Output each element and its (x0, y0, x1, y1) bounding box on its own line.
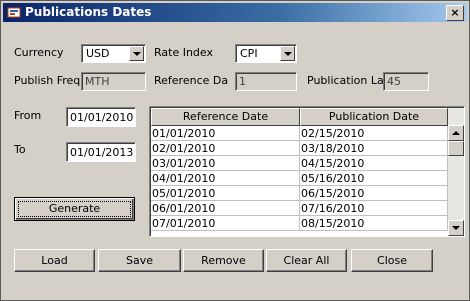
close-button-label: Close (377, 254, 407, 267)
rate-index-value: CPI (240, 47, 258, 60)
publication-date-cell[interactable]: 02/15/2010 (300, 126, 448, 141)
publish-freq-label: Publish Freq (14, 74, 81, 87)
rate-index-select[interactable]: CPI (235, 44, 297, 63)
column-header-label: Reference Date (182, 110, 269, 123)
publications-dates-dialog: Publications Dates × Currency USD Rate I… (0, 0, 470, 301)
from-date-value: 01/01/2010 (70, 111, 134, 124)
close-icon: × (450, 6, 460, 19)
load-button[interactable]: Load (14, 249, 95, 272)
window-title: Publications Dates (25, 5, 152, 19)
table-row[interactable]: 04/01/2010 05/16/2010 (151, 171, 448, 186)
publication-date-cell[interactable]: 05/16/2010 (300, 171, 448, 186)
publication-lag-value: 45 (387, 75, 401, 88)
from-label: From (14, 109, 42, 122)
scroll-up-icon[interactable] (448, 125, 464, 141)
reference-date-cell[interactable]: 04/01/2010 (151, 171, 300, 186)
save-button-label: Save (125, 254, 153, 267)
publication-lag-label: Publication Lag (307, 74, 391, 87)
vertical-scrollbar[interactable] (448, 108, 464, 236)
to-date-value: 01/01/2013 (70, 146, 134, 159)
generate-button[interactable]: Generate (14, 197, 135, 221)
save-button[interactable]: Save (98, 249, 181, 272)
rate-index-label: Rate Index (154, 46, 214, 59)
reference-date-cell[interactable]: 05/01/2010 (151, 186, 300, 201)
close-window-button[interactable]: × (446, 5, 464, 21)
reference-date-cell[interactable]: 07/01/2010 (151, 216, 300, 231)
close-button[interactable]: Close (351, 249, 433, 272)
column-header-reference-date[interactable]: Reference Date (151, 108, 300, 126)
currency-label: Currency (14, 46, 64, 59)
column-header-publication-date[interactable]: Publication Date (300, 108, 448, 126)
table-row[interactable]: 05/01/2010 06/15/2010 (151, 186, 448, 201)
clear-all-button-label: Clear All (283, 254, 330, 267)
publication-date-cell[interactable]: 03/18/2010 (300, 141, 448, 156)
title-bar[interactable]: Publications Dates × (3, 3, 467, 22)
publish-freq-field: MTH (81, 72, 146, 91)
clear-all-button[interactable]: Clear All (266, 249, 347, 272)
table-row[interactable]: 07/01/2010 08/15/2010 (151, 216, 448, 231)
publish-freq-value: MTH (85, 75, 110, 88)
reference-date-cell[interactable]: 03/01/2010 (151, 156, 300, 171)
chevron-down-icon[interactable] (129, 46, 144, 61)
focus-ring (18, 201, 131, 217)
publication-date-cell[interactable]: 08/15/2010 (300, 216, 448, 231)
currency-select[interactable]: USD (81, 44, 146, 63)
remove-button[interactable]: Remove (183, 249, 264, 272)
to-date-input[interactable]: 01/01/2013 (66, 142, 136, 162)
scroll-thumb[interactable] (448, 141, 464, 156)
load-button-label: Load (41, 254, 68, 267)
to-label: To (14, 143, 26, 156)
publication-dates-table[interactable]: Reference Date Publication Date 01/01/20… (149, 106, 465, 237)
reference-date-cell[interactable]: 02/01/2010 (151, 141, 300, 156)
remove-button-label: Remove (201, 254, 246, 267)
reference-day-label: Reference Da (154, 74, 229, 87)
reference-day-field: 1 (235, 72, 297, 91)
reference-date-cell[interactable]: 01/01/2010 (151, 126, 300, 141)
publication-date-cell[interactable]: 06/15/2010 (300, 186, 448, 201)
currency-value: USD (86, 47, 110, 60)
column-header-label: Publication Date (328, 110, 420, 123)
chevron-down-icon[interactable] (280, 46, 295, 61)
publication-lag-field: 45 (383, 72, 429, 91)
table-row[interactable]: 03/01/2010 04/15/2010 (151, 156, 448, 171)
table-row[interactable]: 02/01/2010 03/18/2010 (151, 141, 448, 156)
table-row[interactable]: 01/01/2010 02/15/2010 (151, 126, 448, 141)
publication-date-cell[interactable]: 04/15/2010 (300, 156, 448, 171)
reference-day-value: 1 (239, 75, 246, 88)
java-app-icon (7, 7, 21, 18)
scroll-down-icon[interactable] (448, 220, 464, 236)
table-row[interactable]: 06/01/2010 07/16/2010 (151, 201, 448, 216)
reference-date-cell[interactable]: 06/01/2010 (151, 201, 300, 216)
from-date-input[interactable]: 01/01/2010 (66, 107, 136, 127)
publication-date-cell[interactable]: 07/16/2010 (300, 201, 448, 216)
